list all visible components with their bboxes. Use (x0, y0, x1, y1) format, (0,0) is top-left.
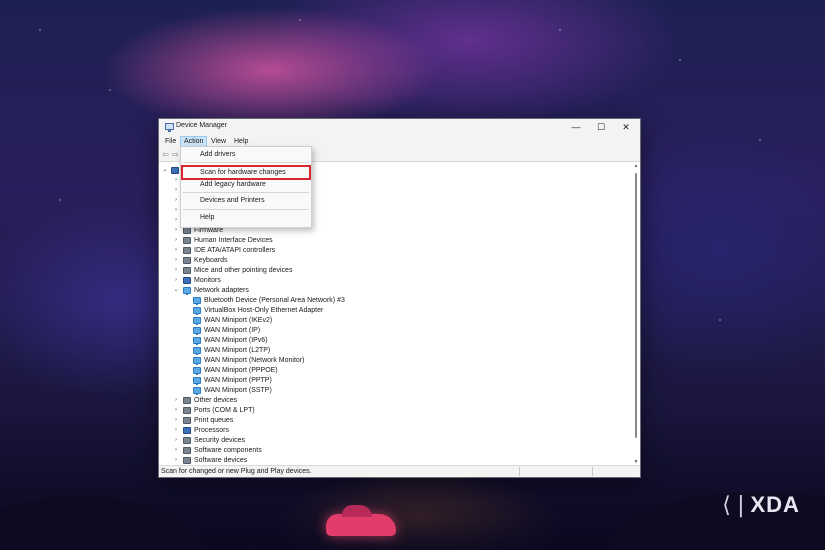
network-adapter-icon (193, 357, 201, 365)
other-devices-icon (183, 397, 191, 404)
mouse-icon (183, 267, 191, 274)
wallpaper-car (326, 505, 396, 536)
vertical-scrollbar[interactable]: ▲ ▼ (633, 163, 639, 465)
status-bar: Scan for changed or new Plug and Play de… (159, 465, 640, 477)
status-divider (592, 467, 593, 476)
window-title: Device Manager (176, 122, 227, 129)
network-adapter-icon (193, 377, 201, 385)
tree-category-label: Monitors (194, 277, 221, 284)
minimize-button[interactable]: — (564, 121, 588, 133)
port-icon (183, 407, 191, 414)
firmware-icon (183, 227, 191, 234)
network-adapter-icon (193, 337, 201, 345)
menu-separator (183, 192, 309, 193)
tree-device-label: WAN Miniport (IKEv2) (204, 317, 273, 324)
collapse-chevron-icon[interactable]: ⌄ (173, 286, 179, 295)
tree-device-label: WAN Miniport (L2TP) (204, 347, 271, 354)
tree-category-label: Processors (194, 427, 230, 434)
tree-category-label: Ports (COM & LPT) (194, 407, 255, 414)
tree-category-label: Other devices (194, 397, 238, 404)
menu-separator (183, 162, 309, 163)
tree-device-label: WAN Miniport (IP) (204, 327, 261, 334)
monitor-icon (183, 277, 191, 284)
scrollbar-thumb[interactable] (635, 173, 637, 438)
tree-device-label: WAN Miniport (PPPOE) (204, 367, 278, 374)
expand-chevron-icon[interactable]: › (173, 246, 179, 255)
expand-chevron-icon[interactable]: › (173, 196, 179, 205)
network-adapter-icon (193, 387, 201, 395)
xda-logo-icon: ⟨| (720, 492, 749, 518)
network-adapter-icon (193, 327, 201, 335)
expand-chevron-icon[interactable]: › (173, 216, 179, 225)
expand-chevron-icon[interactable]: › (173, 206, 179, 215)
expand-chevron-icon[interactable]: › (173, 276, 179, 285)
menu-item-devices-and-printers[interactable]: Devices and Printers (181, 195, 311, 207)
status-text: Scan for changed or new Plug and Play de… (161, 468, 312, 475)
hid-icon (183, 237, 191, 244)
expand-chevron-icon[interactable]: › (173, 186, 179, 195)
tree-category-label: Human Interface Devices (194, 237, 273, 244)
expand-chevron-icon[interactable]: › (173, 456, 179, 465)
maximize-button[interactable]: ☐ (589, 121, 613, 133)
title-bar[interactable]: Device Manager — ☐ ✕ (159, 119, 640, 135)
tree-device-label: WAN Miniport (SSTP) (204, 387, 272, 394)
expand-chevron-icon[interactable]: › (173, 416, 179, 425)
computer-icon (171, 167, 179, 174)
tree-category-label: Keyboards (194, 257, 228, 264)
keyboard-icon (183, 257, 191, 264)
expand-chevron-icon[interactable]: › (173, 256, 179, 265)
tree-category-label: Network adapters (194, 287, 249, 294)
network-adapter-icon (183, 287, 191, 295)
tree-device-label: WAN Miniport (PPTP) (204, 377, 272, 384)
printer-icon (183, 417, 191, 424)
back-arrow-icon[interactable]: ⇦ (162, 150, 169, 159)
ide-controller-icon (183, 247, 191, 254)
collapse-chevron-icon[interactable]: ⌄ (162, 166, 168, 175)
forward-arrow-icon[interactable]: ⇨ (172, 150, 179, 159)
action-menu-dropdown: Add drivers Scan for hardware changes Ad… (180, 146, 312, 228)
tree-category-label: Software components (194, 447, 262, 454)
menu-item-add-legacy-hardware[interactable]: Add legacy hardware (181, 179, 311, 191)
tree-category-label: Mice and other pointing devices (194, 267, 293, 274)
menu-file[interactable]: File (162, 136, 179, 147)
network-adapter-icon (193, 347, 201, 355)
security-device-icon (183, 437, 191, 444)
tree-device-label: Bluetooth Device (Personal Area Network)… (204, 297, 345, 304)
network-adapter-icon (193, 307, 201, 315)
tree-category-label: Software devices (194, 457, 248, 464)
tree-category-label: Security devices (194, 437, 245, 444)
xda-logo-text: XDA (750, 492, 800, 517)
xda-watermark: ⟨| XDA (720, 492, 800, 518)
expand-chevron-icon[interactable]: › (173, 266, 179, 275)
expand-chevron-icon[interactable]: › (173, 446, 179, 455)
tree-device-label: WAN Miniport (IPv6) (204, 337, 268, 344)
expand-chevron-icon[interactable]: › (173, 436, 179, 445)
tree-device-label: VirtualBox Host-Only Ethernet Adapter (204, 307, 324, 314)
menu-item-add-drivers[interactable]: Add drivers (181, 149, 311, 161)
tree-device-label: WAN Miniport (Network Monitor) (204, 357, 305, 364)
menu-item-scan-for-hardware-changes[interactable]: Scan for hardware changes (181, 165, 311, 180)
expand-chevron-icon[interactable]: › (173, 236, 179, 245)
expand-chevron-icon[interactable]: › (173, 176, 179, 185)
software-component-icon (183, 447, 191, 454)
status-divider (519, 467, 520, 476)
network-adapter-icon (193, 367, 201, 375)
menu-item-help[interactable]: Help (181, 212, 311, 224)
expand-chevron-icon[interactable]: › (173, 396, 179, 405)
software-device-icon (183, 457, 191, 464)
network-adapter-icon (193, 297, 201, 305)
close-button[interactable]: ✕ (614, 121, 638, 133)
processor-icon (183, 427, 191, 434)
expand-chevron-icon[interactable]: › (173, 226, 179, 235)
tree-category-label: IDE ATA/ATAPI controllers (194, 247, 276, 254)
network-adapter-icon (193, 317, 201, 325)
device-manager-icon (165, 123, 174, 132)
expand-chevron-icon[interactable]: › (173, 426, 179, 435)
tree-category-label: Print queues (194, 417, 234, 424)
menu-separator (183, 209, 309, 210)
expand-chevron-icon[interactable]: › (173, 406, 179, 415)
scroll-up-icon[interactable]: ▲ (633, 163, 639, 169)
